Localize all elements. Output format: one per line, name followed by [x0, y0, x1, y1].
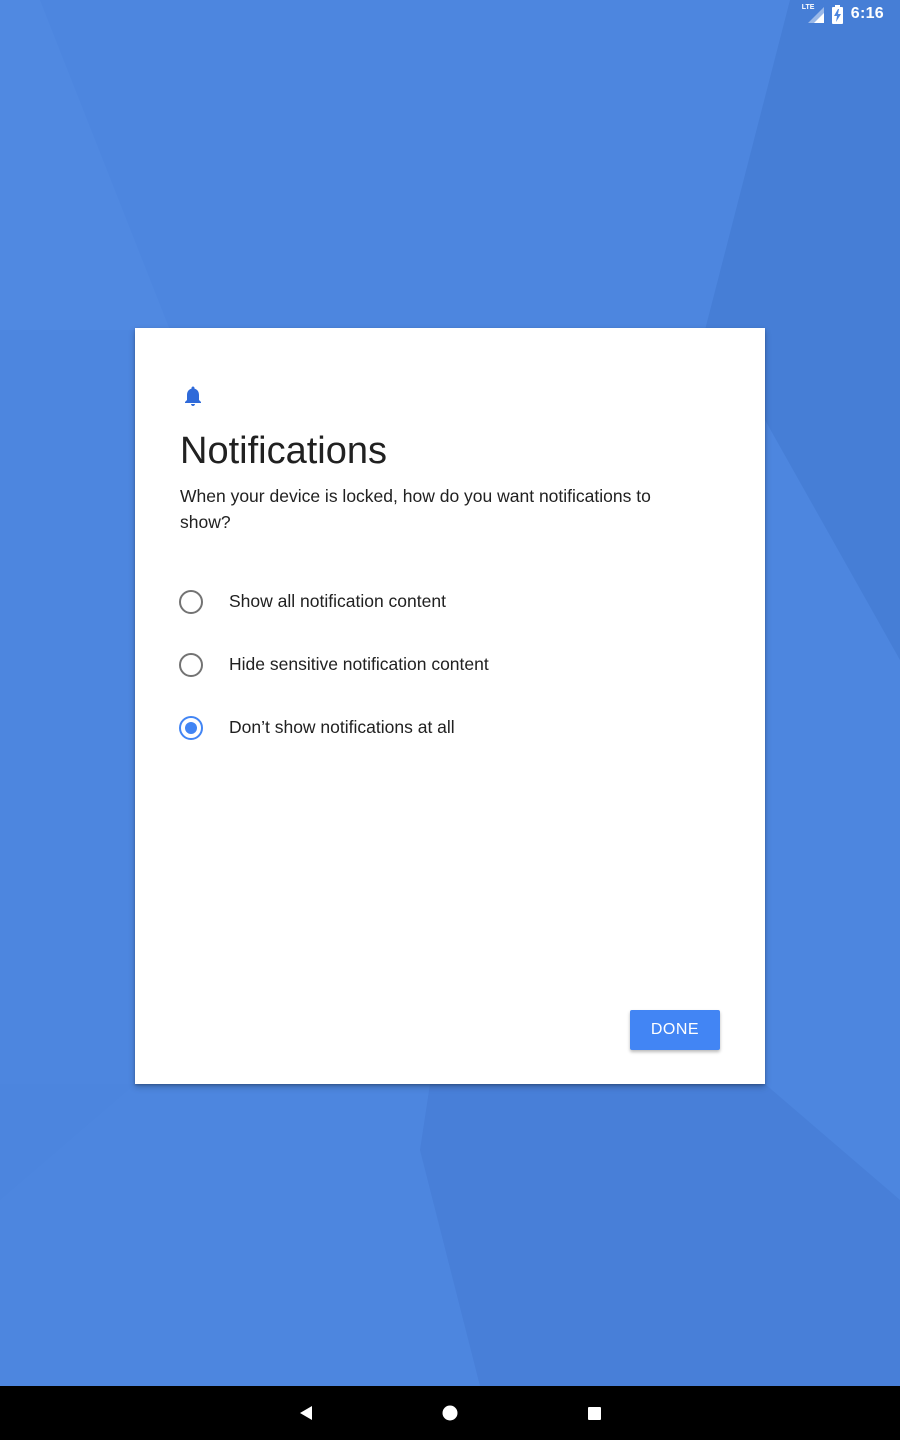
radio-dont-show[interactable] [179, 715, 203, 740]
option-label: Hide sensitive notification content [229, 654, 489, 674]
dialog-subtitle: When your device is locked, how do you w… [180, 486, 651, 532]
status-icons: LTE 6:16 [802, 4, 884, 24]
option-dont-show[interactable]: Don’t show notifications at all [179, 696, 719, 759]
back-icon[interactable] [294, 1401, 318, 1425]
option-label: Don’t show notifications at all [229, 717, 455, 737]
done-button[interactable]: DONE [630, 1010, 720, 1050]
bell-icon [185, 386, 201, 406]
option-label: Show all notification content [229, 591, 446, 611]
radio-hide-sensitive[interactable] [179, 652, 203, 677]
status-time: 6:16 [850, 5, 884, 22]
radio-show-all[interactable] [179, 589, 203, 614]
notifications-dialog: Notifications When your device is locked… [135, 328, 765, 1084]
dialog-title: Notifications [180, 430, 387, 472]
home-icon[interactable] [438, 1401, 462, 1425]
notification-options: Show all notification content Hide sensi… [179, 570, 719, 759]
lte-signal-icon: LTE [802, 4, 824, 23]
option-show-all[interactable]: Show all notification content [179, 570, 719, 633]
battery-charging-icon [831, 4, 843, 24]
recents-icon[interactable] [582, 1401, 606, 1425]
navigation-bar [0, 1386, 900, 1440]
status-bar: LTE 6:16 [0, 0, 900, 28]
option-hide-sensitive[interactable]: Hide sensitive notification content [179, 633, 719, 696]
